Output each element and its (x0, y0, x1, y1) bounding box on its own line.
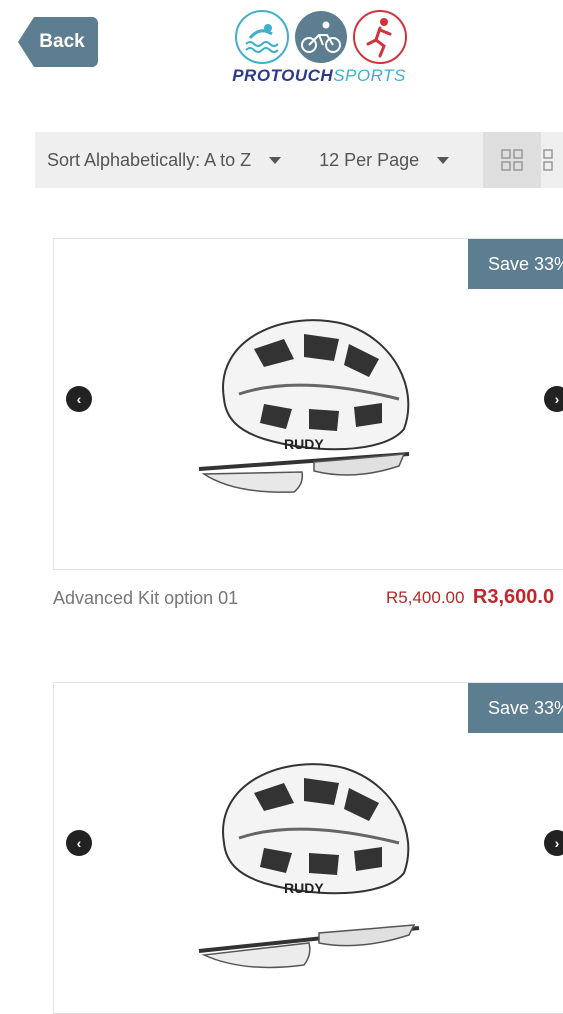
catalog-toolbar: Sort Alphabetically: A to Z 12 Per Page (35, 132, 563, 188)
product-image: RUDY (198, 319, 410, 493)
running-icon (353, 10, 407, 64)
save-badge: Save 33% (468, 683, 563, 733)
caret-down-icon (269, 156, 282, 164)
sort-dropdown-label: Sort Alphabetically: A to Z (47, 149, 252, 170)
save-badge: Save 33% (468, 239, 563, 289)
product-card[interactable]: Save 33% ‹ › RUDY (53, 682, 563, 1014)
sport-icons-logo (235, 10, 407, 64)
cycling-icon (295, 11, 347, 63)
brand-wordmark-part1: PROTOUCH (232, 66, 334, 85)
brand-logo[interactable]: PROTOUCHSPORTS (204, 6, 434, 86)
svg-text:RUDY: RUDY (284, 880, 324, 896)
helmet-icon: RUDY (222, 763, 410, 896)
svg-text:RUDY: RUDY (284, 436, 324, 452)
back-button[interactable]: Back (18, 17, 98, 67)
grid-view-button[interactable] (483, 132, 541, 188)
caret-down-icon (437, 156, 450, 164)
sale-price: R3,600.0 (472, 586, 555, 608)
sunglasses-icon (198, 452, 410, 493)
sunglasses-icon (198, 924, 420, 969)
chevron-left-icon[interactable]: ‹ (66, 386, 92, 412)
chevron-right-icon[interactable]: › (544, 830, 563, 856)
brand-wordmark-part2: SPORTS (333, 66, 406, 85)
product-name[interactable]: Advanced Kit option 01 (53, 588, 238, 609)
old-price: R5,400.00 (386, 588, 465, 607)
brand-wordmark: PROTOUCHSPORTS (204, 66, 434, 86)
list-view-icon (543, 149, 553, 171)
per-page-dropdown[interactable]: 12 Per Page (319, 132, 450, 188)
grid-view-icon (501, 149, 523, 171)
product-card[interactable]: Save 33% ‹ › RUDY (53, 238, 563, 570)
product-price: R5,400.00 R3,600.0 (386, 586, 554, 609)
product-image: RUDY (198, 763, 420, 969)
sort-dropdown[interactable]: Sort Alphabetically: A to Z (47, 132, 282, 188)
chevron-left-icon[interactable]: ‹ (66, 830, 92, 856)
swim-icon (235, 10, 289, 64)
list-view-button[interactable] (541, 132, 563, 188)
per-page-dropdown-label: 12 Per Page (319, 149, 420, 170)
chevron-right-icon[interactable]: › (544, 386, 563, 412)
helmet-icon: RUDY (222, 319, 410, 452)
